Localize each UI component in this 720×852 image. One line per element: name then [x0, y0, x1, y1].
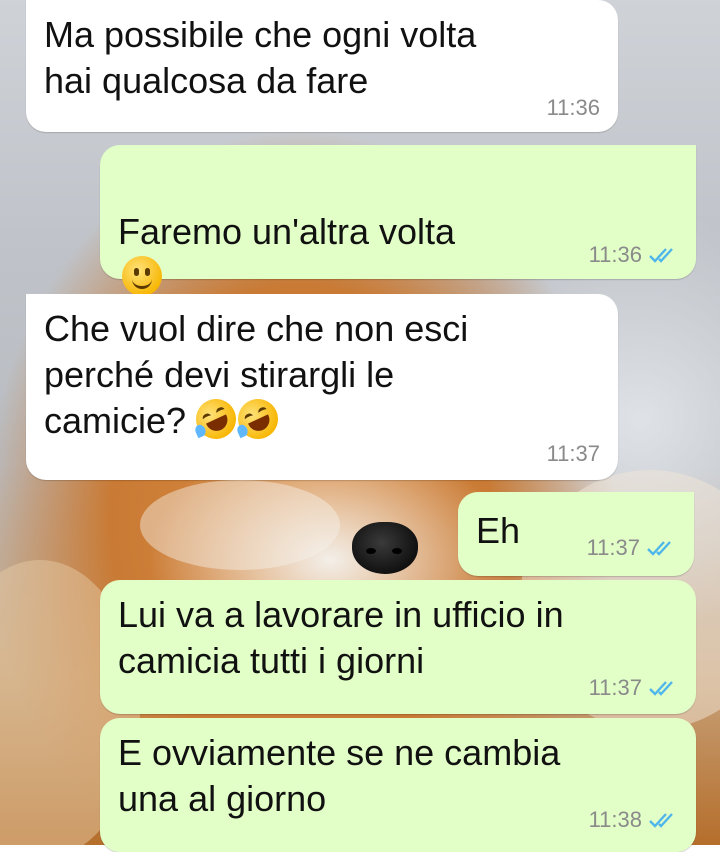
message-meta: 11:37 [589, 676, 678, 700]
message-bubble-outgoing[interactable]: Eh 11:37 [458, 492, 694, 576]
double-check-icon [649, 813, 673, 828]
message-time: 11:37 [588, 675, 642, 700]
message-bubble-incoming[interactable]: Che vuol dire che non esci perché devi s… [26, 294, 618, 480]
message-meta: 11:37 [587, 536, 676, 560]
slightly-smiling-face-emoji [122, 256, 162, 296]
message-time: 11:38 [588, 807, 642, 832]
rolling-on-floor-laughing-emoji [189, 392, 243, 446]
message-bubble-outgoing[interactable]: E ovviamente se ne cambia una al giorno … [100, 718, 696, 852]
message-text: Lui va a lavorare in ufficio in camicia … [118, 594, 564, 681]
message-time: 11:36 [546, 95, 600, 120]
double-check-icon [647, 541, 671, 556]
message-meta: 11:36 [547, 96, 600, 120]
rolling-on-floor-laughing-emoji [231, 392, 285, 446]
double-check-icon [649, 248, 673, 263]
fox-nose [352, 522, 418, 574]
message-time: 11:37 [546, 441, 600, 466]
message-meta: 11:38 [589, 808, 678, 832]
message-meta: 11:37 [547, 442, 600, 466]
message-text: Ma possibile che ogni volta hai qualcosa… [44, 14, 477, 101]
message-time: 11:36 [588, 242, 642, 267]
message-content: Faremo un'altra volta [118, 163, 676, 301]
double-check-icon [649, 681, 673, 696]
message-text: Faremo un'altra volta [118, 211, 456, 252]
message-bubble-outgoing[interactable]: Lui va a lavorare in ufficio in camicia … [100, 580, 696, 714]
message-meta: 11:36 [589, 243, 678, 267]
message-bubble-outgoing[interactable]: Faremo un'altra volta 11:36 [100, 145, 696, 296]
message-bubble-incoming[interactable]: Ma possibile che ogni volta hai qualcosa… [26, 0, 618, 132]
message-time: 11:37 [586, 535, 640, 560]
message-content: Che vuol dire che non esci perché devi s… [44, 306, 598, 446]
